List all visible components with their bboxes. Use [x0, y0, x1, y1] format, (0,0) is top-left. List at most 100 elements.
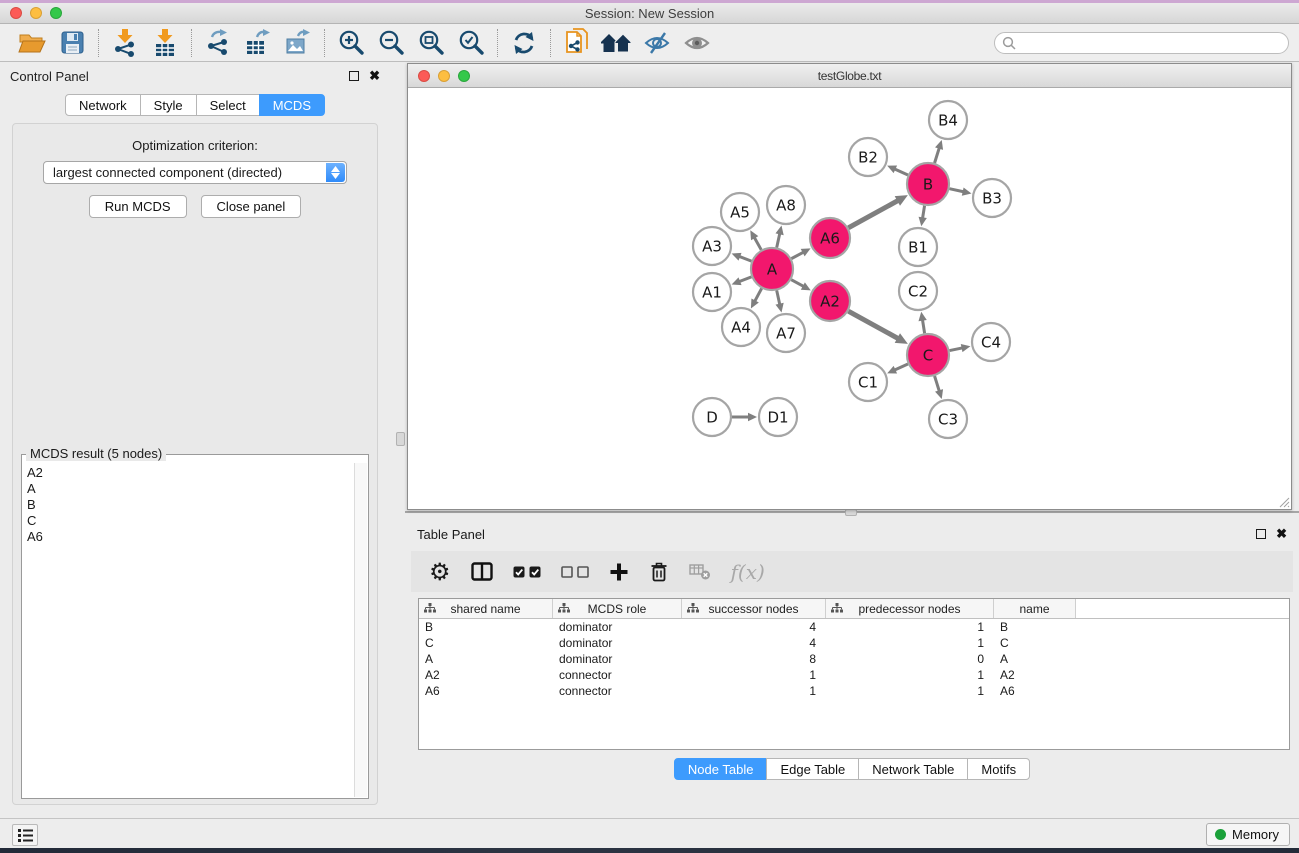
graph-edge-B-B4[interactable]	[935, 147, 940, 163]
graph-node-A4[interactable]: A4	[722, 308, 760, 346]
result-scrollbar[interactable]	[354, 463, 367, 797]
graph-node-A5[interactable]: A5	[721, 193, 759, 231]
graph-node-B4[interactable]: B4	[929, 101, 967, 139]
table-float-panel-icon[interactable]	[1256, 529, 1266, 539]
node-table[interactable]: shared nameMCDS rolesuccessor nodesprede…	[418, 598, 1290, 750]
graph-edge-B-B2[interactable]	[894, 168, 908, 174]
tab-style[interactable]: Style	[140, 94, 197, 116]
graph-edge-A2-C[interactable]	[848, 311, 899, 339]
tab-network[interactable]: Network	[65, 94, 141, 116]
vertical-splitter-handle[interactable]	[396, 432, 405, 446]
graph-edge-A-A2[interactable]	[791, 280, 804, 287]
show-hide-panel-eye-icon[interactable]	[677, 27, 717, 59]
tab-mcds[interactable]: MCDS	[259, 94, 325, 116]
close-panel-icon[interactable]: ✖	[369, 71, 380, 81]
table-settings-icon[interactable]: ⚙	[429, 557, 451, 587]
import-network-icon[interactable]	[105, 27, 145, 59]
table-row[interactable]: Adominator80A	[419, 651, 1289, 667]
refresh-view-icon[interactable]	[504, 27, 544, 59]
column-header-name[interactable]: name	[994, 599, 1076, 618]
result-item[interactable]: B	[27, 497, 354, 513]
network-window-titlebar[interactable]: testGlobe.txt	[408, 64, 1291, 88]
column-header-successor-nodes[interactable]: successor nodes	[682, 599, 826, 618]
graph-edge-A-A1[interactable]	[738, 277, 751, 282]
open-browser-home-icon[interactable]	[597, 27, 637, 59]
delete-column-trash-icon[interactable]	[649, 557, 669, 587]
graph-edge-C-C4[interactable]	[950, 348, 964, 351]
resize-grip-icon[interactable]	[1276, 494, 1290, 508]
graph-node-B3[interactable]: B3	[973, 179, 1011, 217]
graph-edge-A-A3[interactable]	[738, 256, 751, 261]
column-header-shared-name[interactable]: shared name	[419, 599, 553, 618]
function-builder-icon[interactable]: f(x)	[731, 557, 765, 587]
result-item[interactable]: A	[27, 481, 354, 497]
criterion-dropdown[interactable]: largest connected component (directed)	[43, 161, 347, 184]
clone-network-icon[interactable]	[557, 27, 597, 59]
table-tab-network-table[interactable]: Network Table	[858, 758, 968, 780]
result-item[interactable]: A6	[27, 529, 354, 545]
graph-edge-C-C2[interactable]	[922, 319, 924, 334]
graph-node-A2[interactable]: A2	[810, 281, 850, 321]
graph-node-C3[interactable]: C3	[929, 400, 967, 438]
column-header-predecessor-nodes[interactable]: predecessor nodes	[826, 599, 994, 618]
import-table-icon[interactable]	[145, 27, 185, 59]
toggle-graphics-details-icon[interactable]	[637, 27, 677, 59]
export-network-icon[interactable]	[198, 27, 238, 59]
graph-node-C[interactable]: C	[907, 334, 949, 376]
graph-edge-A-A6[interactable]	[791, 252, 804, 259]
delete-table-icon[interactable]	[689, 557, 711, 587]
export-table-icon[interactable]	[238, 27, 278, 59]
split-view-icon[interactable]	[471, 557, 493, 587]
mcds-result-list[interactable]: A2ABCA6	[23, 463, 354, 797]
graph-edge-A-A8[interactable]	[777, 232, 780, 247]
graph-node-A7[interactable]: A7	[767, 314, 805, 352]
zoom-selected-icon[interactable]	[451, 27, 491, 59]
graph-edge-A-A7[interactable]	[777, 290, 780, 305]
export-image-icon[interactable]	[278, 27, 318, 59]
result-item[interactable]: C	[27, 513, 354, 529]
graph-edge-B-B3[interactable]	[949, 189, 964, 192]
select-all-icon[interactable]	[513, 557, 541, 587]
graph-node-D1[interactable]: D1	[759, 398, 797, 436]
graph-node-B1[interactable]: B1	[899, 228, 937, 266]
table-close-panel-icon[interactable]: ✖	[1276, 529, 1287, 539]
network-graph[interactable]: A5A8A3A1A4A7AA6A2B2B4BB3B1C2CC4C1C3DD1	[408, 88, 1291, 509]
graph-edge-A-A4[interactable]	[754, 288, 761, 302]
zoom-fit-icon[interactable]	[411, 27, 451, 59]
graph-edge-A6-B[interactable]	[848, 200, 899, 228]
graph-edge-A-A5[interactable]	[754, 236, 762, 249]
close-panel-button[interactable]: Close panel	[201, 195, 302, 218]
zoom-out-icon[interactable]	[371, 27, 411, 59]
table-tab-edge-table[interactable]: Edge Table	[766, 758, 859, 780]
table-row[interactable]: Bdominator41B	[419, 619, 1289, 635]
memory-button[interactable]: Memory	[1206, 823, 1290, 846]
graph-node-B2[interactable]: B2	[849, 138, 887, 176]
graph-node-B[interactable]: B	[907, 163, 949, 205]
task-history-button[interactable]	[12, 824, 38, 846]
table-tab-node-table[interactable]: Node Table	[674, 758, 768, 780]
graph-node-C2[interactable]: C2	[899, 272, 937, 310]
graph-node-A8[interactable]: A8	[767, 186, 805, 224]
table-row[interactable]: Cdominator41C	[419, 635, 1289, 651]
graph-node-A6[interactable]: A6	[810, 218, 850, 258]
save-session-icon[interactable]	[52, 27, 92, 59]
open-file-icon[interactable]	[12, 27, 52, 59]
graph-node-C4[interactable]: C4	[972, 323, 1010, 361]
graph-node-D[interactable]: D	[693, 398, 731, 436]
run-mcds-button[interactable]: Run MCDS	[89, 195, 187, 218]
table-tab-motifs[interactable]: Motifs	[967, 758, 1030, 780]
deselect-all-icon[interactable]	[561, 557, 589, 587]
result-item[interactable]: A2	[27, 465, 354, 481]
graph-edge-C-C1[interactable]	[894, 364, 908, 370]
tab-select[interactable]: Select	[196, 94, 260, 116]
graph-node-A[interactable]: A	[751, 248, 793, 290]
graph-edge-B-B1[interactable]	[922, 206, 924, 220]
graph-node-C1[interactable]: C1	[849, 363, 887, 401]
float-panel-icon[interactable]	[349, 71, 359, 81]
column-header-MCDS-role[interactable]: MCDS role	[553, 599, 682, 618]
table-row[interactable]: A6connector11A6	[419, 683, 1289, 699]
graph-node-A1[interactable]: A1	[693, 273, 731, 311]
table-row[interactable]: A2connector11A2	[419, 667, 1289, 683]
graph-edge-C-C3[interactable]	[935, 376, 940, 392]
zoom-in-icon[interactable]	[331, 27, 371, 59]
